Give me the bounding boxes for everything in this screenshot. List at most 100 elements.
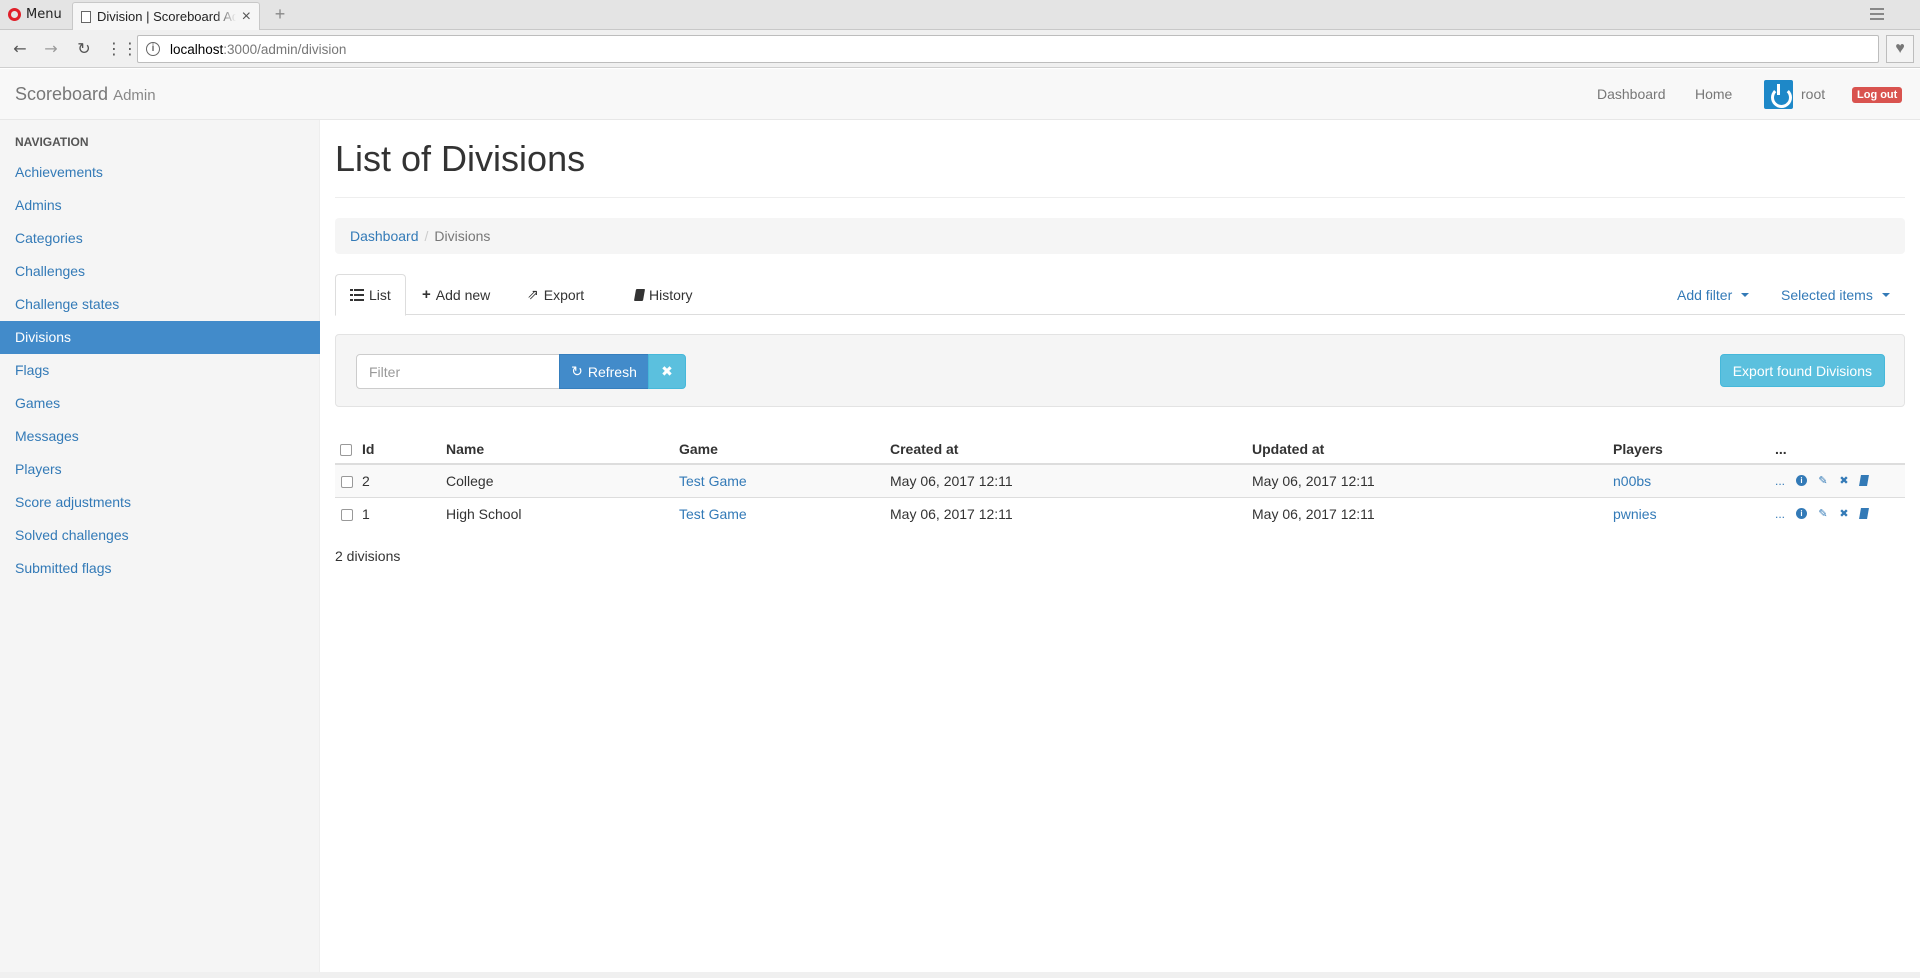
- tab-history-label: History: [649, 286, 693, 303]
- cell-created-at: May 06, 2017 12:11: [890, 496, 1252, 530]
- browser-tab-bar: Menu Division | Scoreboard Admin × +: [0, 0, 1920, 30]
- sidebar: NAVIGATION Achievements Admins Categorie…: [0, 120, 320, 978]
- cell-name: College: [446, 472, 494, 489]
- cell-game-link[interactable]: Test Game: [679, 473, 747, 489]
- selected-items-dropdown[interactable]: Selected items: [1766, 274, 1905, 315]
- tab-history[interactable]: History: [620, 274, 708, 315]
- edit-pencil-icon[interactable]: ✎: [1818, 508, 1828, 520]
- history-book-icon[interactable]: [1859, 475, 1869, 487]
- edit-pencil-icon[interactable]: ✎: [1818, 475, 1828, 487]
- browser-tab-title: Division | Scoreboard Admin: [97, 9, 236, 24]
- sidebar-item-flags[interactable]: Flags: [0, 354, 320, 387]
- url-text: localhost:3000/admin/division: [170, 42, 346, 57]
- column-header-created-at[interactable]: Created at: [890, 426, 1252, 465]
- sidebar-item-admins[interactable]: Admins: [0, 189, 320, 222]
- info-icon[interactable]: i: [1796, 475, 1808, 487]
- bottom-edge: [0, 972, 1920, 978]
- tab-export-label: Export: [543, 286, 585, 303]
- site-info-icon[interactable]: i: [146, 42, 160, 56]
- sidebar-item-achievements[interactable]: Achievements: [0, 156, 320, 189]
- tab-menu-icon[interactable]: [1870, 8, 1884, 20]
- column-header-game[interactable]: Game: [679, 426, 890, 465]
- page-icon: [81, 10, 91, 23]
- app-navbar: Scoreboard Admin Dashboard Home root Log…: [0, 69, 1920, 120]
- back-arrow-icon[interactable]: ←: [10, 39, 30, 59]
- add-filter-label: Add filter: [1677, 286, 1733, 303]
- column-header-name[interactable]: Name: [446, 426, 679, 465]
- cell-updated-at: May 06, 2017 12:11: [1252, 472, 1375, 489]
- cell-players-link[interactable]: pwnies: [1613, 506, 1657, 522]
- export-found-button[interactable]: Export found Divisions: [1719, 354, 1885, 387]
- nav-dashboard-link[interactable]: Dashboard: [1597, 69, 1666, 119]
- row-actions: ... i ✎ ✖: [1775, 474, 1905, 488]
- nav-home-link[interactable]: Home: [1695, 69, 1732, 119]
- new-tab-icon[interactable]: +: [272, 5, 288, 23]
- clear-filter-button[interactable]: ✖: [648, 354, 686, 389]
- sidebar-item-games[interactable]: Games: [0, 387, 320, 420]
- column-header-id[interactable]: Id: [362, 426, 446, 465]
- sidebar-item-divisions[interactable]: Divisions: [0, 321, 320, 354]
- sidebar-item-challenge-states[interactable]: Challenge states: [0, 288, 320, 321]
- cell-updated-at: May 06, 2017 12:11: [1252, 496, 1613, 530]
- column-header-players: Players: [1613, 426, 1775, 465]
- row-actions: ... i ✎ ✖: [1775, 507, 1905, 521]
- tab-add-new[interactable]: + Add new: [407, 274, 505, 315]
- filter-input[interactable]: [356, 354, 560, 389]
- plus-icon: +: [422, 286, 431, 303]
- username: root: [1801, 86, 1826, 102]
- sidebar-item-solved-challenges[interactable]: Solved challenges: [0, 519, 320, 552]
- column-header-updated-at[interactable]: Updated at: [1252, 426, 1613, 465]
- brand-name: Scoreboard: [15, 84, 109, 104]
- info-icon[interactable]: i: [1796, 508, 1808, 520]
- tab-add-new-label: Add new: [435, 286, 491, 303]
- sidebar-item-categories[interactable]: Categories: [0, 222, 320, 255]
- user-menu[interactable]: root: [1764, 69, 1825, 119]
- breadcrumb-dashboard-link[interactable]: Dashboard: [350, 228, 419, 244]
- row-checkbox[interactable]: [341, 509, 353, 522]
- browser-menu-button[interactable]: Menu: [8, 7, 62, 22]
- url-path: :3000/admin/division: [223, 41, 347, 57]
- tab-list[interactable]: List: [335, 274, 406, 316]
- add-filter-dropdown[interactable]: Add filter: [1662, 274, 1764, 315]
- breadcrumb: Dashboard / Divisions: [335, 218, 1905, 254]
- cell-players-link[interactable]: n00bs: [1613, 473, 1651, 489]
- more-link[interactable]: ...: [1775, 474, 1785, 488]
- close-tab-icon[interactable]: ×: [242, 8, 251, 25]
- sidebar-header: NAVIGATION: [15, 135, 89, 149]
- logout-button[interactable]: Log out: [1852, 87, 1903, 103]
- browser-tab-active[interactable]: Division | Scoreboard Admin ×: [72, 2, 260, 30]
- more-link[interactable]: ...: [1775, 507, 1785, 521]
- brand[interactable]: Scoreboard Admin: [15, 84, 156, 105]
- url-host: localhost: [170, 41, 224, 57]
- cell-id: 2: [362, 472, 370, 489]
- browser-menu-label: Menu: [26, 7, 62, 22]
- tab-list-label: List: [369, 287, 391, 303]
- browser-address-bar: ← → ↻ ⋮⋮ i localhost:3000/admin/division…: [0, 30, 1920, 68]
- cell-game-link[interactable]: Test Game: [679, 506, 747, 522]
- sidebar-item-score-adjustments[interactable]: Score adjustments: [0, 486, 320, 519]
- sidebar-item-players[interactable]: Players: [0, 453, 320, 486]
- breadcrumb-separator: /: [424, 228, 429, 244]
- reload-icon[interactable]: ↻: [74, 39, 94, 59]
- speed-dial-grid-icon[interactable]: ⋮⋮: [106, 39, 138, 59]
- row-checkbox[interactable]: [341, 476, 353, 489]
- opera-logo-icon: [8, 8, 21, 21]
- cell-id: 1: [362, 496, 446, 530]
- brand-subtitle: Admin: [113, 87, 156, 104]
- sidebar-item-submitted-flags[interactable]: Submitted flags: [0, 552, 320, 585]
- sidebar-item-messages[interactable]: Messages: [0, 420, 320, 453]
- delete-icon[interactable]: ✖: [1839, 508, 1849, 520]
- sidebar-item-challenges[interactable]: Challenges: [0, 255, 320, 288]
- table-header-row: Id Name Game Created at Updated at Playe…: [335, 426, 1905, 465]
- history-book-icon[interactable]: [1859, 508, 1869, 520]
- url-field[interactable]: i localhost:3000/admin/division: [137, 35, 1879, 63]
- result-count: 2 divisions: [335, 548, 401, 564]
- delete-icon[interactable]: ✖: [1839, 475, 1849, 487]
- refresh-button[interactable]: ↻ Refresh: [559, 354, 649, 389]
- bookmark-heart-icon[interactable]: ♥: [1886, 35, 1914, 63]
- close-icon: ✖: [661, 363, 673, 379]
- tab-export[interactable]: ⇗ Export: [512, 274, 599, 315]
- table-row: 2 College Test Game May 06, 2017 12:11 M…: [335, 464, 1905, 497]
- select-all-checkbox[interactable]: [340, 443, 352, 456]
- forward-arrow-icon[interactable]: →: [41, 39, 61, 59]
